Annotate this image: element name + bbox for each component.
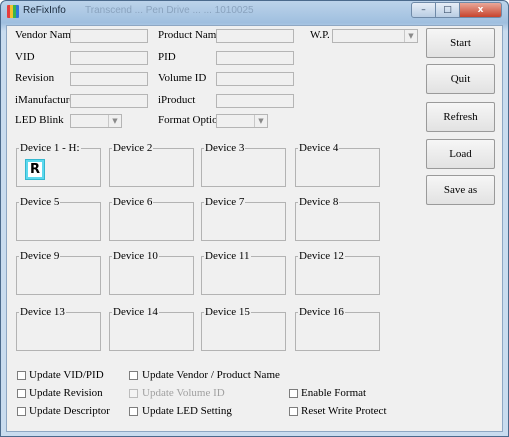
device-group-15[interactable]: Device 15	[201, 306, 286, 351]
quit-button[interactable]: Quit	[426, 64, 495, 94]
imanufacture-label: iManufacture	[15, 94, 75, 106]
update-volume-id-label: Update Volume ID	[142, 387, 225, 399]
app-icon	[7, 5, 19, 18]
device-group-title: Device 11	[204, 250, 251, 262]
device-group-5[interactable]: Device 5	[16, 196, 101, 241]
device-group-title: Device 16	[298, 306, 345, 318]
device-group-title: Device 6	[112, 196, 154, 208]
device-group-13[interactable]: Device 13	[16, 306, 101, 351]
update-descriptor-label: Update Descriptor	[29, 405, 110, 417]
volume-id-field[interactable]	[216, 72, 294, 86]
product-name-label: Product Name	[158, 29, 222, 41]
revision-field[interactable]	[70, 72, 148, 86]
format-option-dropdown[interactable]: ▼	[216, 114, 268, 128]
device-group-9[interactable]: Device 9	[16, 250, 101, 295]
device-group-title: Device 3	[204, 142, 246, 154]
volume-id-label: Volume ID	[158, 72, 207, 84]
update-revision-label: Update Revision	[29, 387, 103, 399]
update-vendor-product-checkbox[interactable]	[129, 371, 138, 380]
device-group-1[interactable]: Device 1 - H: R	[16, 142, 101, 187]
device-group-title: Device 15	[204, 306, 251, 318]
window-title-background-text: Transcend ... Pen Drive ... ... 1010025	[85, 5, 254, 16]
close-button[interactable]: x	[460, 2, 502, 18]
vid-label: VID	[15, 51, 35, 63]
enable-format-checkbox[interactable]	[289, 389, 298, 398]
device-group-title: Device 13	[19, 306, 66, 318]
revision-label: Revision	[15, 72, 55, 84]
chevron-down-icon: ▼	[404, 30, 417, 42]
device-group-14[interactable]: Device 14	[109, 306, 194, 351]
device-group-8[interactable]: Device 8	[295, 196, 380, 241]
load-button[interactable]: Load	[426, 139, 495, 169]
app-window: ReFixInfo Transcend ... Pen Drive ... ..…	[0, 0, 509, 437]
device-group-title: Device 2	[112, 142, 154, 154]
update-descriptor-checkbox[interactable]	[17, 407, 26, 416]
enable-format-label: Enable Format	[301, 387, 367, 399]
reset-write-protect-checkbox[interactable]	[289, 407, 298, 416]
refresh-button[interactable]: Refresh	[426, 102, 495, 132]
minimize-button[interactable]: –	[411, 2, 436, 18]
maximize-button[interactable]: □	[436, 2, 460, 18]
device-group-12[interactable]: Device 12	[295, 250, 380, 295]
device-group-6[interactable]: Device 6	[109, 196, 194, 241]
pid-field[interactable]	[216, 51, 294, 65]
window-title: ReFixInfo	[23, 5, 66, 16]
device-group-11[interactable]: Device 11	[201, 250, 286, 295]
update-vendor-product-label: Update Vendor / Product Name	[142, 369, 280, 381]
device-group-title: Device 14	[112, 306, 159, 318]
device-group-7[interactable]: Device 7	[201, 196, 286, 241]
iproduct-label: iProduct	[158, 94, 196, 106]
device-group-title: Device 10	[112, 250, 159, 262]
reset-write-protect-label: Reset Write Protect	[301, 405, 387, 417]
title-bar[interactable]: ReFixInfo Transcend ... Pen Drive ... ..…	[1, 1, 508, 25]
device-group-3[interactable]: Device 3	[201, 142, 286, 187]
vid-field[interactable]	[70, 51, 148, 65]
update-led-setting-checkbox[interactable]	[129, 407, 138, 416]
pid-label: PID	[158, 51, 176, 63]
device-group-title: Device 12	[298, 250, 345, 262]
chevron-down-icon: ▼	[254, 115, 267, 127]
wp-label: W.P.	[310, 29, 330, 41]
device-group-2[interactable]: Device 2	[109, 142, 194, 187]
update-revision-checkbox[interactable]	[17, 389, 26, 398]
imanufacture-field[interactable]	[70, 94, 148, 108]
device-group-16[interactable]: Device 16	[295, 306, 380, 351]
device-group-10[interactable]: Device 10	[109, 250, 194, 295]
update-vid-pid-label: Update VID/PID	[29, 369, 104, 381]
drive-letter-icon[interactable]: R	[25, 159, 45, 180]
update-volume-id-checkbox[interactable]	[129, 389, 138, 398]
update-led-setting-label: Update LED Setting	[142, 405, 232, 417]
device-group-title: Device 9	[19, 250, 61, 262]
vendor-name-field[interactable]	[70, 29, 148, 43]
client-area: Vendor Name Product Name W.P. ▼ VID PID …	[6, 25, 503, 432]
device-group-title: Device 1 - H:	[19, 142, 81, 154]
chevron-down-icon: ▼	[108, 115, 121, 127]
device-group-title: Device 4	[298, 142, 340, 154]
wp-dropdown[interactable]: ▼	[332, 29, 418, 43]
format-option-label: Format Option	[158, 114, 224, 126]
device-group-4[interactable]: Device 4	[295, 142, 380, 187]
start-button[interactable]: Start	[426, 28, 495, 58]
led-blink-label: LED Blink	[15, 114, 64, 126]
vendor-name-label: Vendor Name	[15, 29, 76, 41]
update-vid-pid-checkbox[interactable]	[17, 371, 26, 380]
device-group-title: Device 7	[204, 196, 246, 208]
product-name-field[interactable]	[216, 29, 294, 43]
device-group-title: Device 8	[298, 196, 340, 208]
led-blink-dropdown[interactable]: ▼	[70, 114, 122, 128]
drive-letter: R	[28, 162, 42, 177]
iproduct-field[interactable]	[216, 94, 294, 108]
device-group-title: Device 5	[19, 196, 61, 208]
save-as-button[interactable]: Save as	[426, 175, 495, 205]
